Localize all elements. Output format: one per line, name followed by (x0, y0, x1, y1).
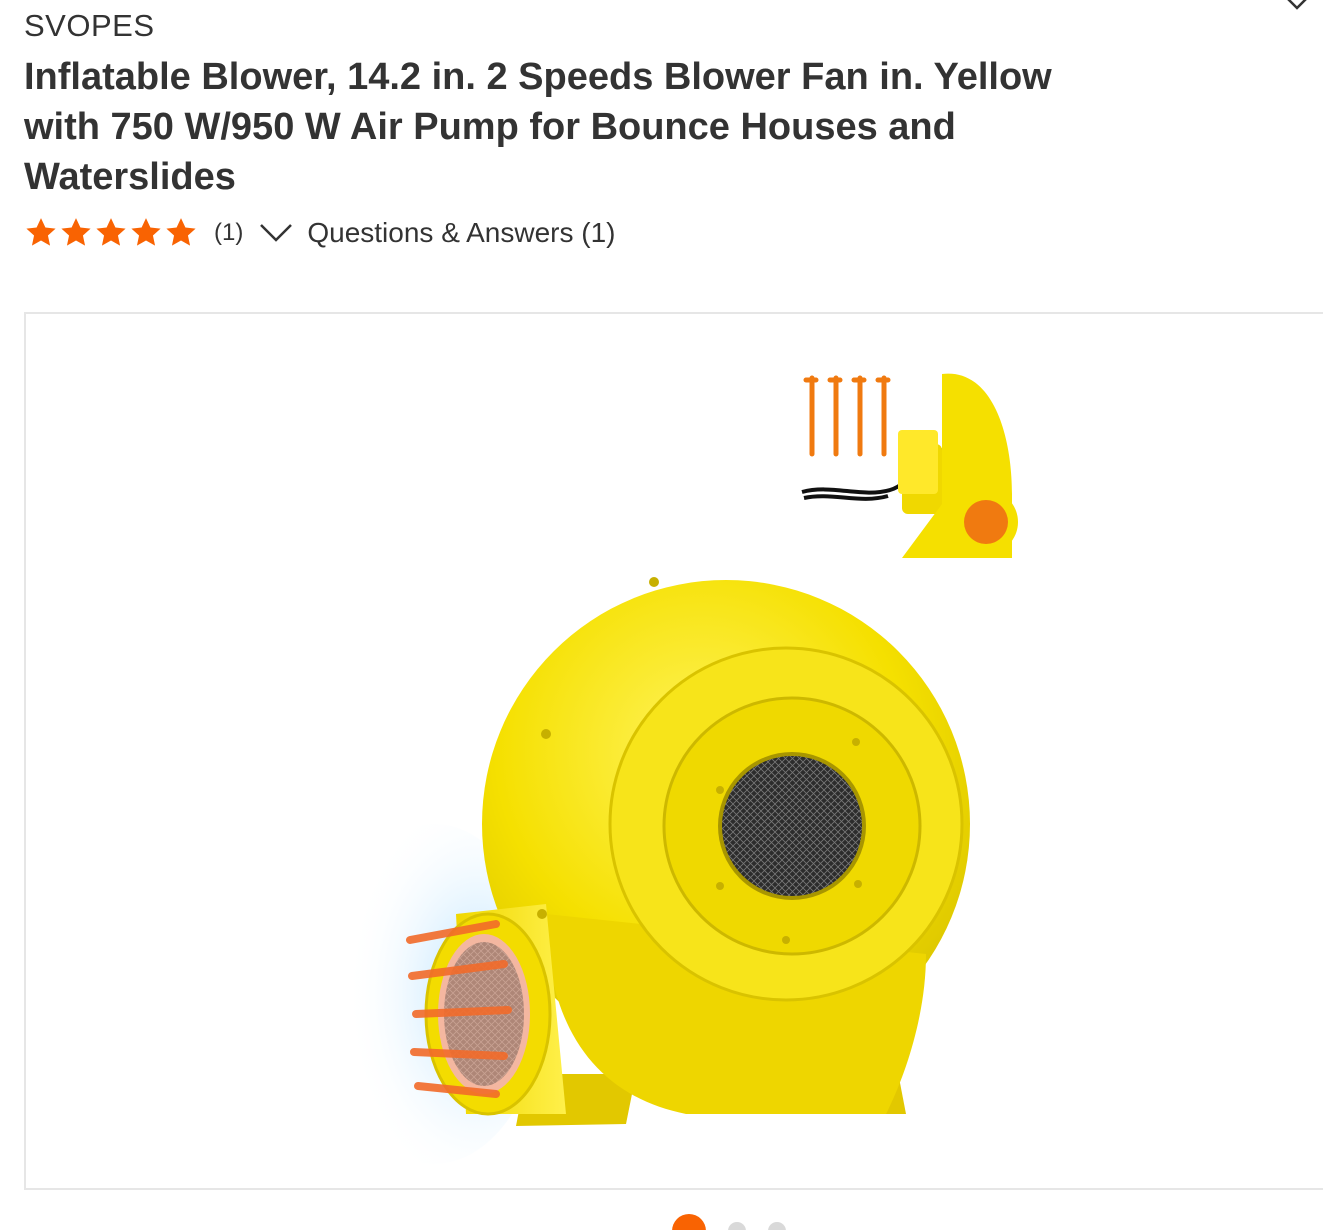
yellow-inflatable-blower-image (324, 373, 1018, 1164)
carousel-dot[interactable] (768, 1222, 786, 1230)
review-count[interactable]: (1) (214, 219, 243, 247)
star-icon (131, 218, 161, 246)
star-icon (61, 218, 91, 246)
product-image-viewer[interactable] (24, 312, 1323, 1190)
star-icon (26, 218, 56, 246)
star-rating[interactable] (24, 216, 198, 250)
chevron-down-icon[interactable] (1277, 0, 1317, 18)
chevron-down-icon[interactable] (259, 221, 293, 245)
carousel-dot-active[interactable] (672, 1214, 706, 1230)
star-icon (96, 218, 126, 246)
questions-answers-link[interactable]: Questions & Answers (1) (307, 217, 615, 249)
star-icon (166, 218, 196, 246)
rating-row: (1) Questions & Answers (1) (24, 212, 615, 254)
carousel-dot[interactable] (728, 1222, 746, 1230)
brand-name[interactable]: SVOPES (24, 8, 155, 44)
image-carousel-indicator (672, 1214, 786, 1230)
product-title: Inflatable Blower, 14.2 in. 2 Speeds Blo… (24, 56, 1052, 198)
product-page: SVOPES Inflatable Blower, 14.2 in. 2 Spe… (0, 0, 1323, 1230)
